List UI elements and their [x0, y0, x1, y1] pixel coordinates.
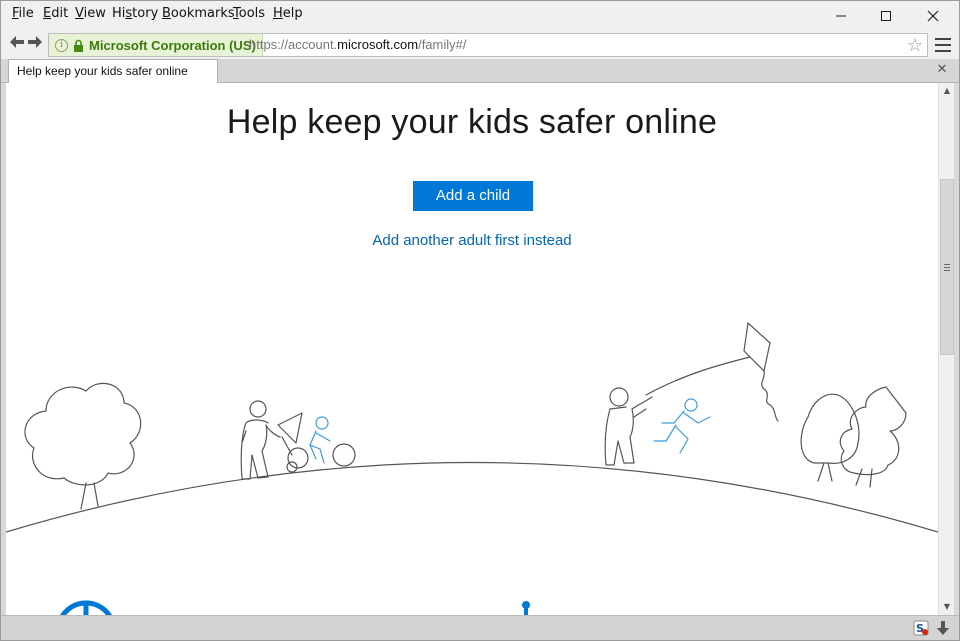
- site-identity-block[interactable]: i Microsoft Corporation (US): [49, 34, 263, 56]
- close-window-button[interactable]: [910, 1, 956, 31]
- bookmark-star-icon[interactable]: ☆: [907, 35, 923, 56]
- trees-icon: [800, 386, 907, 488]
- maximize-button[interactable]: [863, 1, 909, 31]
- menu-help[interactable]: Help: [273, 6, 303, 21]
- menu-view[interactable]: View: [75, 6, 106, 21]
- menu-tools[interactable]: Tools: [233, 6, 265, 21]
- menu-history[interactable]: History: [112, 6, 158, 21]
- child-on-bike-icon: [309, 416, 356, 467]
- address-bar[interactable]: i Microsoft Corporation (US) https://acc…: [48, 33, 928, 57]
- close-icon: [927, 10, 939, 22]
- download-arrow-icon[interactable]: [935, 620, 951, 636]
- page-title: Help keep your kids safer online: [226, 103, 718, 141]
- running-child-icon: [653, 398, 711, 454]
- kite-icon: [743, 322, 779, 422]
- add-child-button[interactable]: Add a child: [413, 181, 533, 211]
- forward-button[interactable]: [26, 34, 44, 54]
- lock-icon: [74, 39, 83, 52]
- minimize-button[interactable]: [818, 1, 864, 31]
- tab-title: Help keep your kids safer online: [17, 64, 188, 78]
- menu-edit[interactable]: Edit: [43, 6, 68, 21]
- back-arrow-icon: [10, 36, 24, 48]
- tree-icon: [24, 382, 142, 510]
- addon-badge-icon[interactable]: S: [913, 620, 929, 636]
- tab-strip: Help keep your kids safer online ✕: [1, 59, 959, 84]
- joystick-icon: [522, 601, 530, 615]
- back-button[interactable]: [8, 34, 26, 54]
- parent-figure-icon: [240, 400, 309, 480]
- maximize-icon: [881, 11, 891, 21]
- kite-flyer-icon: [604, 356, 751, 466]
- menu-bar: File Edit View History Bookmarks Tools H…: [1, 1, 959, 31]
- scroll-down-icon[interactable]: ▼: [939, 599, 955, 615]
- globe-icon: [60, 600, 112, 615]
- menu-icon[interactable]: [935, 38, 951, 52]
- info-icon[interactable]: i: [55, 38, 68, 52]
- url-text[interactable]: https://account.microsoft.com/family#/: [249, 37, 466, 52]
- grip-icon: [944, 263, 950, 271]
- menu-bookmarks[interactable]: Bookmarks: [162, 6, 235, 21]
- scroll-thumb[interactable]: [940, 179, 954, 355]
- navigation-toolbar: i Microsoft Corporation (US) https://acc…: [1, 31, 959, 59]
- forward-arrow-icon: [28, 36, 42, 48]
- tab-close-icon[interactable]: ✕: [935, 62, 949, 78]
- tab-active[interactable]: Help keep your kids safer online: [8, 59, 218, 84]
- page-viewport: Help keep your kids safer online Add a c…: [6, 83, 938, 615]
- scroll-up-icon[interactable]: ▲: [939, 83, 955, 99]
- hill-line: [6, 461, 938, 533]
- identity-organization: Microsoft Corporation (US): [89, 37, 256, 53]
- minimize-icon: [836, 15, 846, 17]
- family-illustration: [6, 322, 938, 615]
- add-adult-link[interactable]: Add another adult first instead: [6, 232, 938, 249]
- browser-window: File Edit View History Bookmarks Tools H…: [0, 0, 960, 641]
- status-bar: S: [1, 615, 959, 640]
- menu-file[interactable]: File: [12, 6, 34, 21]
- vertical-scrollbar[interactable]: ▲ ▼: [938, 83, 954, 615]
